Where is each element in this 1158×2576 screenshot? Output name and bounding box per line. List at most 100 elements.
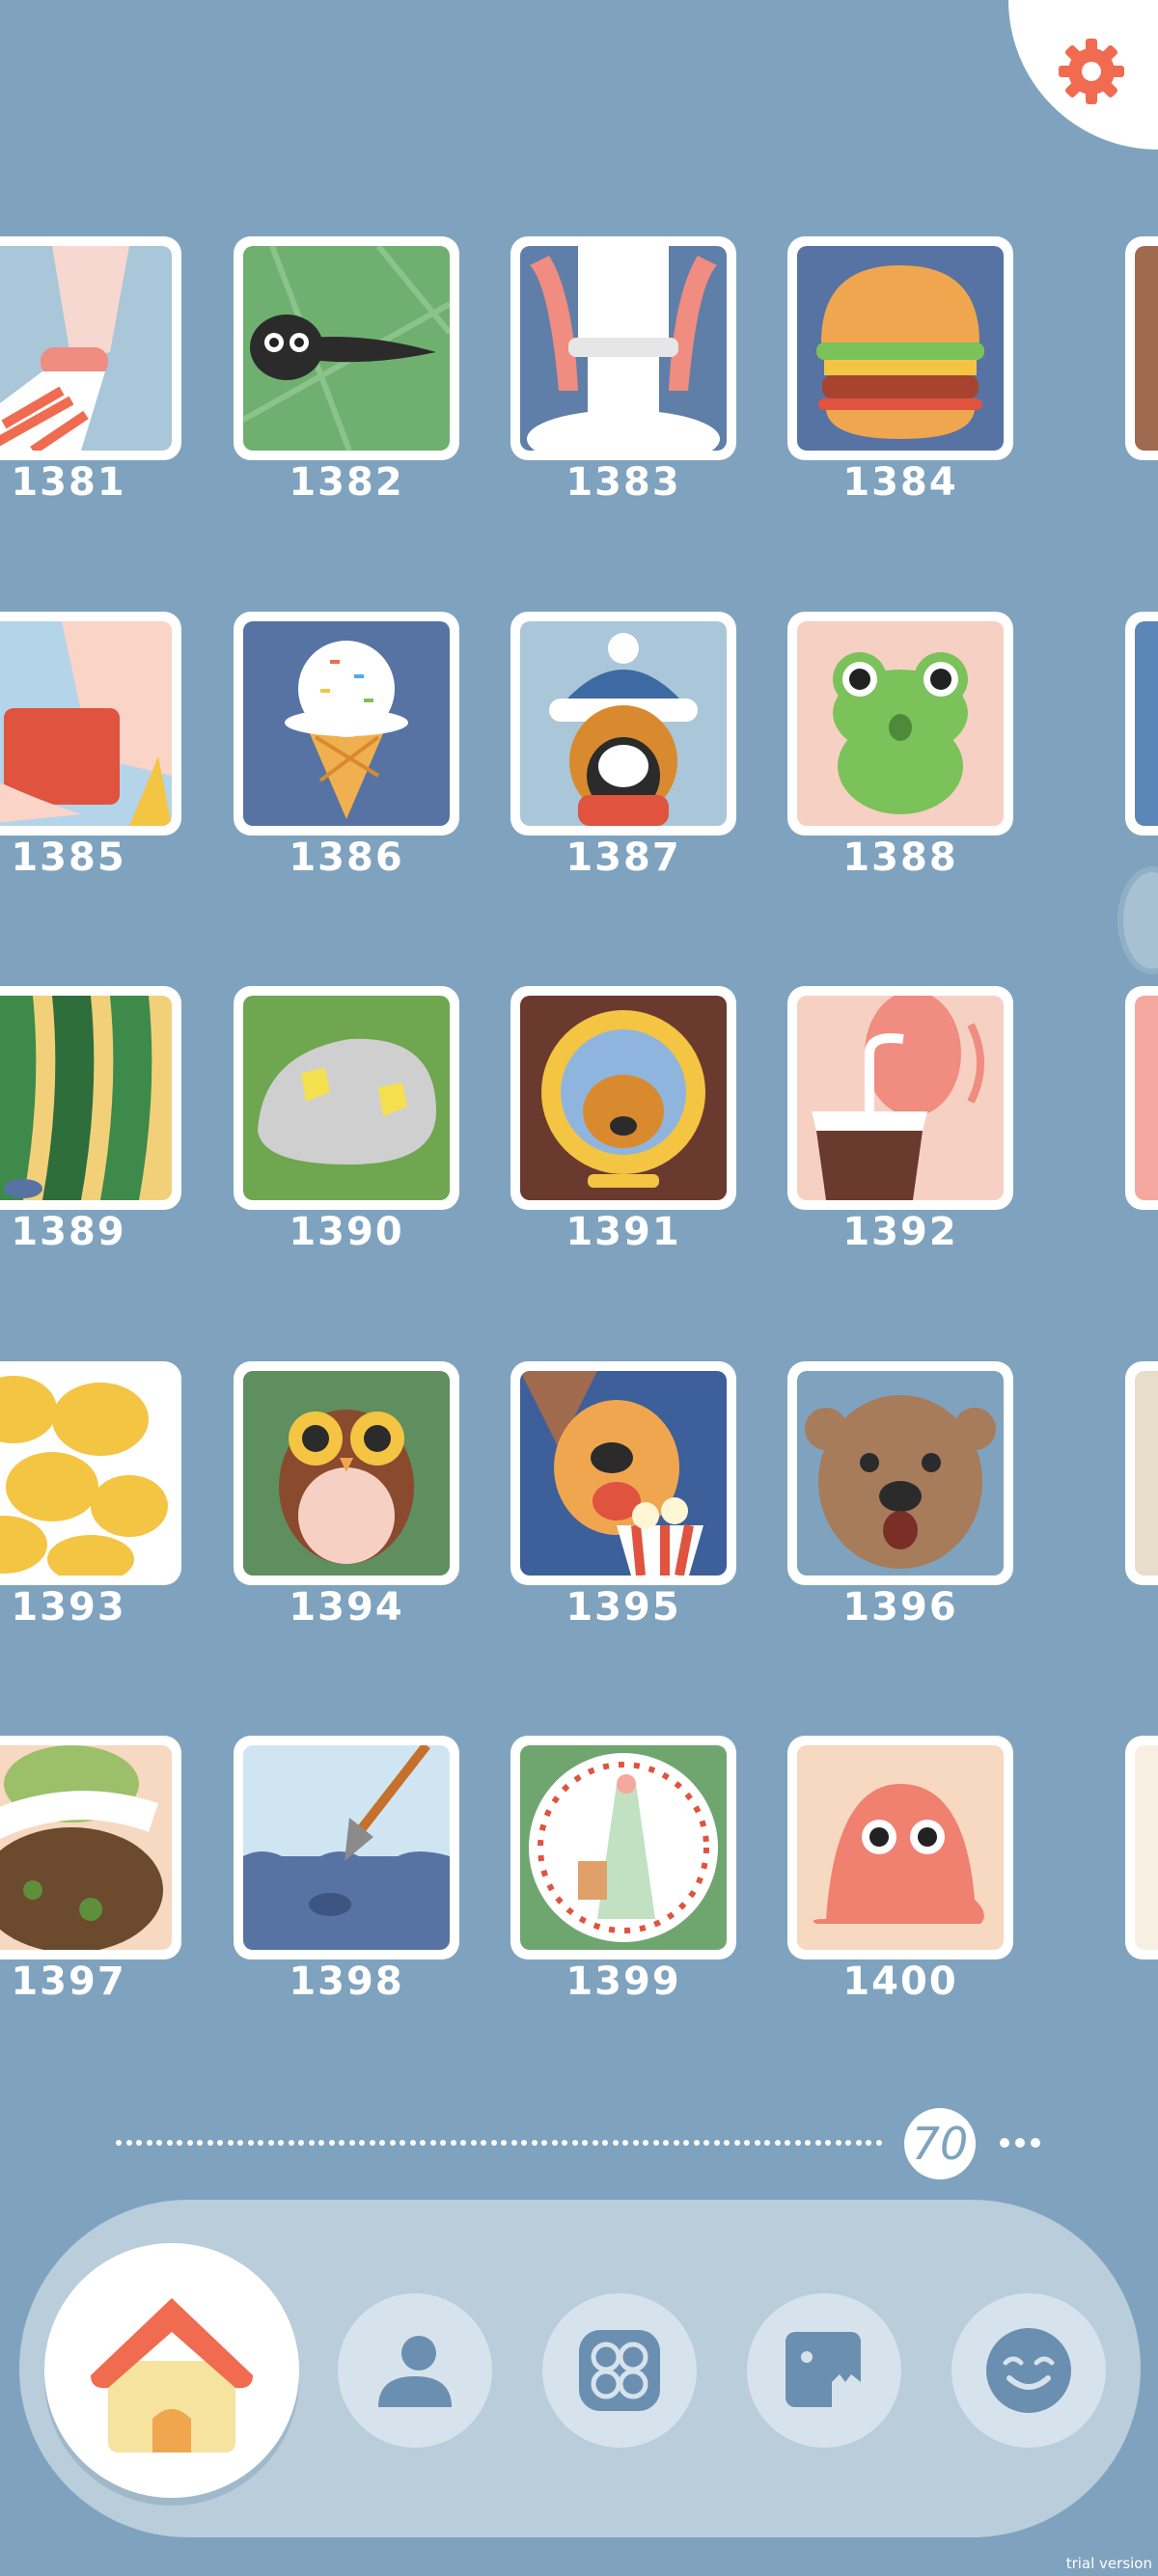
sticker-label: 1389 [11,1210,126,1254]
bulldog-art [797,1371,1004,1576]
page-dot [197,2140,203,2146]
scroll-handle[interactable] [1117,866,1158,974]
sticker-label: 1395 [565,1585,681,1630]
page-dot [379,2140,385,2146]
page-dot [774,2140,781,2146]
sticker-tile-leg[interactable] [0,236,181,460]
sticker-tile-owl[interactable] [234,1361,459,1585]
leg-sock-art [0,246,172,451]
page-dot [855,2140,862,2146]
sticker-tile-burger[interactable] [787,236,1013,460]
sticker-tile-peek[interactable] [1125,1736,1158,1959]
plate-art [520,1745,727,1950]
drink-art [0,621,172,826]
sticker-label: 1383 [565,460,681,505]
page-dot [125,2140,132,2146]
frog-art [797,621,1004,826]
sticker-label: 1384 [842,460,958,505]
sticker-tile-waterfall[interactable] [510,236,736,460]
sticker-label: 1398 [289,1959,404,2004]
page-dot [521,2140,527,2146]
sticker-tile-peek[interactable] [1125,986,1158,1210]
sticker-tile-dog[interactable] [510,612,736,836]
sticker-label: 1394 [289,1585,404,1630]
chips-art [0,1371,172,1576]
page-dot [683,2140,689,2146]
page-dot [703,2140,709,2146]
page-dot [429,2140,436,2146]
icecream-art [243,621,450,826]
page-dot [237,2140,243,2146]
page-dot [298,2140,304,2146]
page-dot [156,2140,162,2146]
page-dot [764,2140,770,2146]
page-dot [339,2140,345,2146]
sticker-tile-plate[interactable] [510,1736,736,1959]
blob-art [797,1745,1004,1950]
sticker-tile-peek[interactable] [1125,612,1158,836]
page-dot [582,2140,588,2146]
sticker-tile-rock[interactable] [234,986,459,1210]
profile-icon [378,2336,452,2407]
sticker-label: 1385 [11,836,126,880]
sticker-tile-spear[interactable] [234,1736,459,1959]
waterfall-art [520,246,727,451]
page-dot [501,2140,507,2146]
page-dot [592,2140,598,2146]
page-dot [825,2140,831,2146]
page-dot [420,2140,426,2146]
page-dot [673,2140,679,2146]
sticker-tile-icecream[interactable] [234,612,459,836]
page-dot [409,2140,416,2146]
page-dot [693,2140,700,2146]
sticker-tile-porthole[interactable] [510,986,736,1210]
sticker-tile-blob[interactable] [787,1736,1013,1959]
sticker-tile-peek[interactable] [1125,236,1158,460]
sticker-tile-coffee[interactable] [787,986,1013,1210]
page-dot [622,2140,628,2146]
spear-art [243,1745,450,1950]
trial-watermark: trial version [1065,2555,1152,2572]
sticker-tile-frog[interactable] [787,612,1013,836]
page-dot [794,2140,801,2146]
page-dot [369,2140,375,2146]
page-dot [328,2140,335,2146]
page-dot [562,2140,567,2146]
gear-icon[interactable] [1057,37,1126,106]
sticker-tile-tadpole[interactable] [234,236,459,460]
burger-art [797,246,1004,451]
page-dot [450,2140,456,2146]
sticker-tile-popcorn[interactable] [510,1361,736,1585]
nav-smile-button[interactable] [951,2293,1106,2448]
page-dot [308,2140,315,2146]
sticker-tile-turtle[interactable] [0,1736,181,1959]
page-dot [744,2140,750,2146]
page-dot [541,2140,547,2146]
sticker-tile-peek[interactable] [1125,1361,1158,1585]
sticker-label: 1390 [289,1210,404,1254]
nav-collection-button[interactable] [542,2293,697,2448]
sticker-tile-chips[interactable] [0,1361,181,1585]
page-dot [713,2140,720,2146]
sticker-label: 1387 [565,836,681,880]
sticker-tile-bulldog[interactable] [787,1361,1013,1585]
nav-profile-button[interactable] [338,2293,492,2448]
sticker-label: 1393 [11,1585,126,1630]
page-dot [359,2140,365,2146]
dog-art [520,621,727,826]
page-dot [785,2140,790,2146]
nav-monster-button[interactable] [747,2293,901,2448]
coffee-art [797,996,1004,1200]
sticker-label: 1391 [565,1210,681,1254]
page-dot [470,2140,477,2146]
current-page-badge[interactable]: 70 [904,2108,976,2179]
sticker-tile-seaweed[interactable] [0,986,181,1210]
sticker-tile-drink[interactable] [0,612,181,836]
seaweed-art [0,996,172,1200]
page-dot [247,2140,254,2146]
nav-home-button[interactable] [44,2243,299,2498]
sticker-label: 1392 [842,1210,958,1254]
page-indicator-dots[interactable] [116,2140,888,2146]
page-dot [754,2140,760,2146]
page-dot [814,2140,821,2146]
